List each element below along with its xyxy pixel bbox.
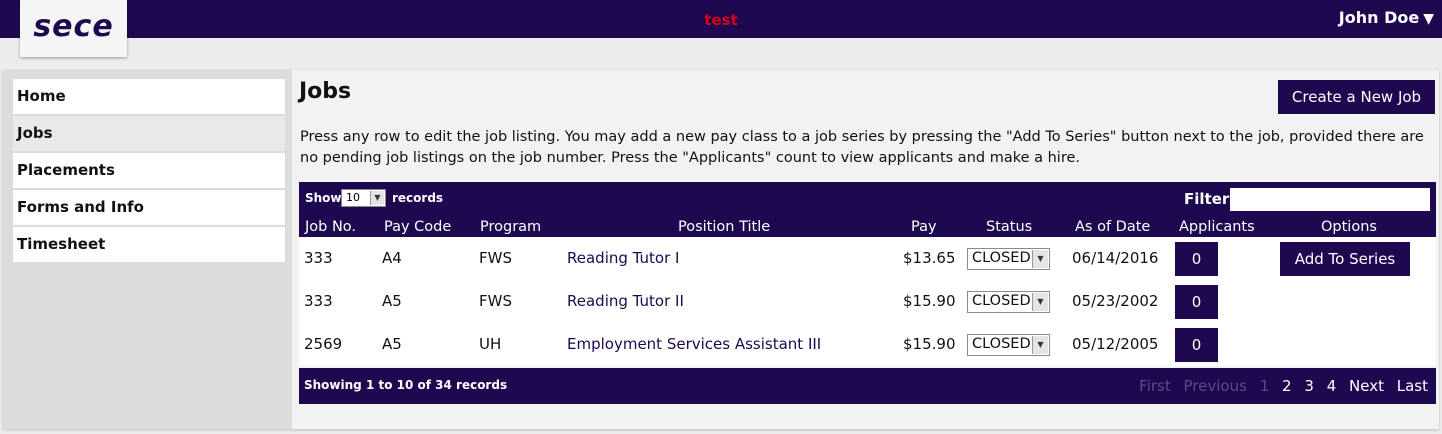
pay-code-cell: A4 [382, 249, 402, 267]
status-value: CLOSED [972, 293, 1031, 309]
column-header-program[interactable]: Program [480, 219, 541, 235]
job-no-cell: 333 [304, 292, 333, 310]
status-select[interactable]: CLOSED ▼ [967, 334, 1050, 356]
column-header-status[interactable]: Status [986, 219, 1032, 235]
chevron-down-icon: ▼ [1423, 11, 1434, 27]
status-select[interactable]: CLOSED ▼ [967, 248, 1050, 270]
page-title: Jobs [299, 79, 352, 104]
pagination: First Previous 1 2 3 4 Next Last [1131, 377, 1428, 395]
environment-label: test [704, 11, 738, 29]
program-cell: UH [479, 335, 502, 353]
table-row[interactable]: 333 A4 FWS Reading Tutor I $13.65 CLOSED… [299, 237, 1436, 280]
intro-text: Press any row to edit the job listing. Y… [300, 129, 1424, 166]
applicants-button[interactable]: 0 [1175, 285, 1218, 319]
filter-input[interactable] [1230, 188, 1430, 211]
pager-next[interactable]: Next [1349, 377, 1384, 395]
pager-page-4[interactable]: 4 [1327, 377, 1337, 395]
user-name: John Doe [1338, 8, 1420, 27]
program-cell: FWS [479, 292, 512, 310]
position-title-cell[interactable]: Reading Tutor I [567, 249, 679, 267]
dropdown-arrow-icon: ▼ [1032, 250, 1048, 268]
as-of-date-cell: 06/14/2016 [1072, 249, 1159, 267]
table-row[interactable]: 333 A5 FWS Reading Tutor II $15.90 CLOSE… [299, 280, 1436, 323]
position-title-cell[interactable]: Reading Tutor II [567, 292, 684, 310]
dropdown-arrow-icon: ▼ [1032, 293, 1048, 311]
add-to-series-button[interactable]: Add To Series [1280, 242, 1410, 276]
program-cell: FWS [479, 249, 512, 267]
sidebar-item-placements[interactable]: Placements [13, 153, 285, 188]
pager-first[interactable]: First [1139, 377, 1171, 395]
pay-cell: $13.65 [903, 249, 956, 267]
dropdown-arrow-icon: ▼ [370, 191, 384, 205]
sidebar: Home Jobs Placements Forms and Info Time… [3, 70, 292, 429]
column-header-as-of-date[interactable]: As of Date [1075, 219, 1150, 235]
column-header-position-title[interactable]: Position Title [678, 219, 770, 235]
pager-previous[interactable]: Previous [1184, 377, 1247, 395]
top-bar: test John Doe ▼ [0, 0, 1442, 38]
column-header-job-no[interactable]: Job No. [305, 219, 356, 235]
page-size-value: 10 [346, 191, 360, 204]
records-summary: Showing 1 to 10 of 34 records [304, 378, 508, 392]
as-of-date-cell: 05/23/2002 [1072, 292, 1159, 310]
dropdown-arrow-icon: ▼ [1032, 336, 1048, 354]
table-footer: Showing 1 to 10 of 34 records First Prev… [299, 368, 1436, 404]
sidebar-item-home[interactable]: Home [13, 79, 285, 114]
pay-code-cell: A5 [382, 335, 402, 353]
create-job-button[interactable]: Create a New Job [1278, 80, 1435, 114]
job-no-cell: 2569 [304, 335, 343, 353]
page-size-select[interactable]: 10 ▼ [341, 189, 386, 207]
as-of-date-cell: 05/12/2005 [1072, 335, 1159, 353]
pager-page-3[interactable]: 3 [1304, 377, 1314, 395]
pay-cell: $15.90 [903, 335, 956, 353]
pager-page-1[interactable]: 1 [1260, 377, 1270, 395]
records-label: records [392, 191, 444, 205]
job-no-cell: 333 [304, 249, 333, 267]
pager-page-2[interactable]: 2 [1282, 377, 1292, 395]
applicants-button[interactable]: 0 [1175, 242, 1218, 276]
jobs-table: Show 10 ▼ records Filter: Job No. Pay Co… [299, 182, 1436, 404]
sidebar-item-timesheet[interactable]: Timesheet [13, 227, 285, 262]
status-value: CLOSED [972, 250, 1031, 266]
logo-text: sece [33, 9, 114, 44]
status-select[interactable]: CLOSED ▼ [967, 291, 1050, 313]
pager-last[interactable]: Last [1397, 377, 1428, 395]
table-header: Show 10 ▼ records Filter: Job No. Pay Co… [299, 182, 1436, 237]
logo[interactable]: sece [20, 0, 127, 57]
user-menu[interactable]: John Doe ▼ [1339, 8, 1434, 27]
column-header-pay[interactable]: Pay [911, 219, 937, 235]
table-row[interactable]: 2569 A5 UH Employment Services Assistant… [299, 323, 1436, 366]
main-content: Jobs Create a New Job Press any row to e… [299, 70, 1439, 429]
column-header-pay-code[interactable]: Pay Code [384, 219, 451, 235]
column-header-applicants[interactable]: Applicants [1179, 219, 1255, 235]
sidebar-item-forms-and-info[interactable]: Forms and Info [13, 190, 285, 225]
applicants-button[interactable]: 0 [1175, 328, 1218, 362]
sidebar-item-jobs[interactable]: Jobs [13, 116, 285, 151]
pay-code-cell: A5 [382, 292, 402, 310]
status-value: CLOSED [972, 336, 1031, 352]
filter-label: Filter: [1184, 190, 1236, 208]
page-container: Home Jobs Placements Forms and Info Time… [3, 70, 1439, 429]
show-label: Show [305, 191, 342, 205]
position-title-cell[interactable]: Employment Services Assistant III [567, 335, 821, 353]
pay-cell: $15.90 [903, 292, 956, 310]
column-header-options: Options [1321, 219, 1377, 235]
